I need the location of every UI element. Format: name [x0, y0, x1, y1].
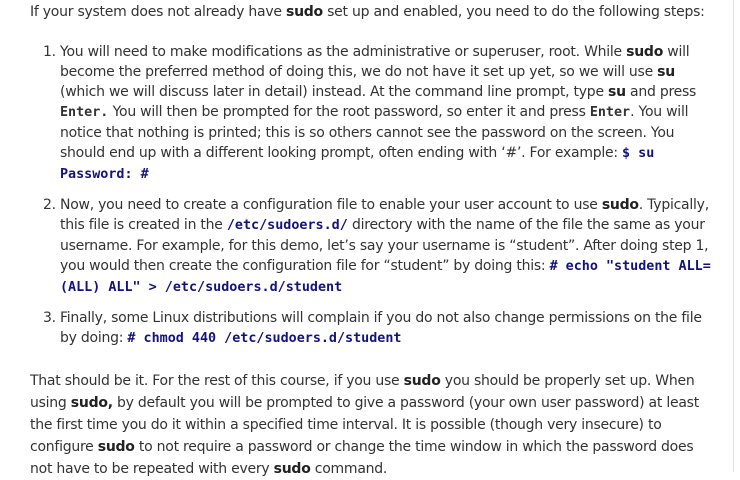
sudo-keyword: sudo: [273, 461, 311, 477]
intro-text: set up and enabled, you need to do the f…: [322, 4, 705, 20]
steps-list: You will need to make modifications as t…: [30, 42, 714, 349]
enter-key-code: Enter.: [60, 105, 109, 120]
outro-paragraph: That should be it. For the rest of this …: [30, 370, 714, 480]
su-keyword: su: [608, 84, 626, 100]
page: If your system does not already have sud…: [0, 0, 734, 477]
sudoers-dir-path: /etc/sudoers.d/: [226, 218, 348, 233]
step-text: (which we will discuss later in detail) …: [60, 84, 609, 100]
sudo-keyword: sudo: [601, 197, 639, 213]
outro-text: That should be it. For the rest of this …: [30, 373, 404, 389]
sudo-keyword: sudo: [97, 439, 135, 455]
outro-text: command.: [310, 461, 388, 477]
step-2: Now, you need to create a configuration …: [60, 195, 714, 298]
step-text: You will then be prompted for the root p…: [108, 104, 590, 120]
su-keyword: su: [657, 64, 675, 80]
chmod-command: # chmod 440 /etc/sudoers.d/student: [127, 331, 402, 346]
step-text: Now, you need to create a configuration …: [60, 197, 602, 213]
step-text: and press: [625, 84, 697, 100]
sudo-keyword: sudo: [285, 4, 323, 20]
sudo-keyword: sudo,: [70, 395, 113, 411]
document-body: If your system does not already have sud…: [30, 0, 714, 480]
intro-paragraph: If your system does not already have sud…: [30, 0, 714, 22]
enter-key-code: Enter: [589, 105, 631, 120]
sudo-keyword: sudo: [403, 373, 441, 389]
step-3: Finally, some Linux distributions will c…: [60, 308, 714, 349]
step-text: You will need to make modifications as t…: [60, 44, 627, 60]
sudo-keyword: sudo: [626, 44, 664, 60]
step-1: You will need to make modifications as t…: [60, 42, 714, 185]
intro-text: If your system does not already have: [30, 4, 286, 20]
